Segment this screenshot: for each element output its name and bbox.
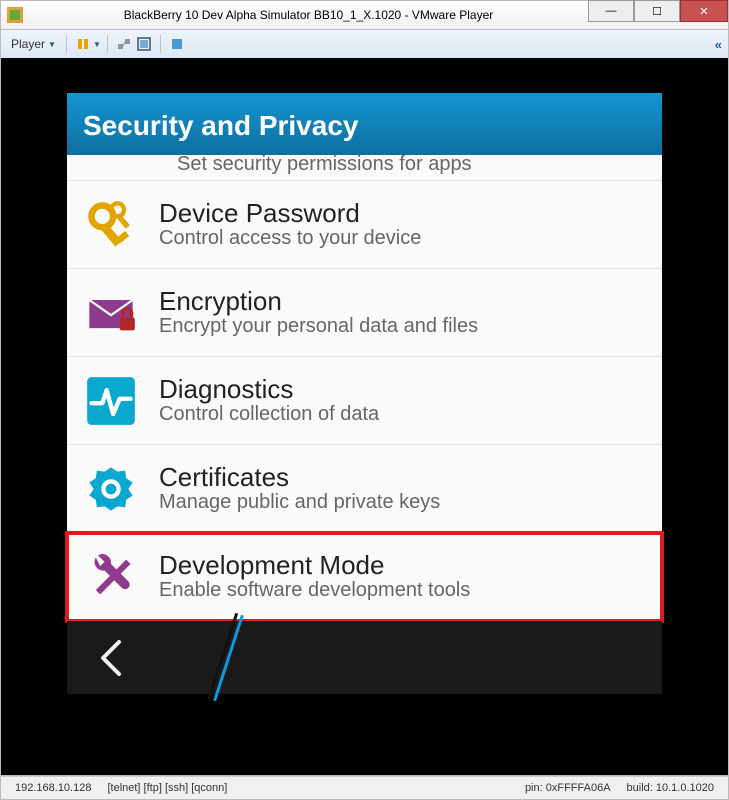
- settings-header: Security and Privacy: [67, 93, 662, 155]
- close-button[interactable]: ✕: [680, 0, 728, 22]
- chevron-down-icon: ▼: [48, 40, 56, 49]
- page-title: Security and Privacy: [83, 110, 358, 142]
- minimize-button[interactable]: —: [588, 0, 634, 22]
- list-item-title: Development Mode: [159, 551, 648, 580]
- status-build: build: 10.1.0.1020: [619, 782, 722, 794]
- list-item-subtitle: Control collection of data: [159, 403, 648, 426]
- status-pin: pin: 0xFFFFA06A: [517, 782, 619, 794]
- pulse-icon: [81, 371, 141, 431]
- player-menu-label: Player: [11, 37, 45, 51]
- unity-icon[interactable]: [169, 36, 185, 52]
- fullscreen-icon[interactable]: [136, 36, 152, 52]
- list-item-device-password[interactable]: Device Password Control access to your d…: [67, 181, 662, 269]
- back-bar-divider: [207, 621, 247, 694]
- maximize-button[interactable]: ☐: [634, 0, 680, 22]
- back-bar: [67, 621, 662, 694]
- list-item-certificates[interactable]: Certificates Manage public and private k…: [67, 445, 662, 533]
- list-item-development-mode[interactable]: Development Mode Enable software develop…: [67, 533, 662, 621]
- vmware-statusbar: 192.168.10.128 [telnet] [ftp] [ssh] [qco…: [0, 776, 729, 800]
- list-item-subtitle: Manage public and private keys: [159, 491, 648, 514]
- chevron-down-icon[interactable]: ▼: [93, 40, 101, 49]
- list-item-title: Diagnostics: [159, 375, 648, 404]
- list-item-subtitle: Set security permissions for apps: [177, 155, 472, 176]
- simulator-viewport: Security and Privacy Set security permis…: [0, 58, 729, 776]
- window-titlebar: BlackBerry 10 Dev Alpha Simulator BB10_1…: [0, 0, 729, 30]
- status-ip: 192.168.10.128: [7, 782, 99, 794]
- list-item-title: Device Password: [159, 199, 648, 228]
- list-item-diagnostics[interactable]: Diagnostics Control collection of data: [67, 357, 662, 445]
- list-item-encryption[interactable]: Encryption Encrypt your personal data an…: [67, 269, 662, 357]
- status-services: [telnet] [ftp] [ssh] [qconn]: [99, 782, 235, 794]
- list-item-title: Encryption: [159, 287, 648, 316]
- vmware-app-icon: [7, 7, 23, 23]
- key-icon: [81, 195, 141, 255]
- tools-icon: [81, 547, 141, 607]
- list-item-subtitle: Control access to your device: [159, 227, 648, 250]
- vmware-toolbar: Player ▼ ▼ «: [0, 30, 729, 58]
- player-menu[interactable]: Player ▼: [7, 35, 60, 53]
- list-item-subtitle: Enable software development tools: [159, 579, 648, 602]
- back-button[interactable]: [97, 638, 125, 678]
- settings-list: Set security permissions for apps Device…: [67, 155, 662, 621]
- ribbon-icon: [81, 459, 141, 519]
- collapse-toolbar-icon[interactable]: «: [715, 37, 722, 52]
- pause-icon[interactable]: [75, 36, 91, 52]
- list-item-partial[interactable]: Set security permissions for apps: [67, 155, 662, 181]
- list-item-title: Certificates: [159, 463, 648, 492]
- list-item-subtitle: Encrypt your personal data and files: [159, 315, 648, 338]
- send-keys-icon[interactable]: [116, 36, 132, 52]
- envelope-lock-icon: [81, 283, 141, 343]
- window-title: BlackBerry 10 Dev Alpha Simulator BB10_1…: [29, 8, 588, 22]
- device-screen: Security and Privacy Set security permis…: [67, 93, 662, 694]
